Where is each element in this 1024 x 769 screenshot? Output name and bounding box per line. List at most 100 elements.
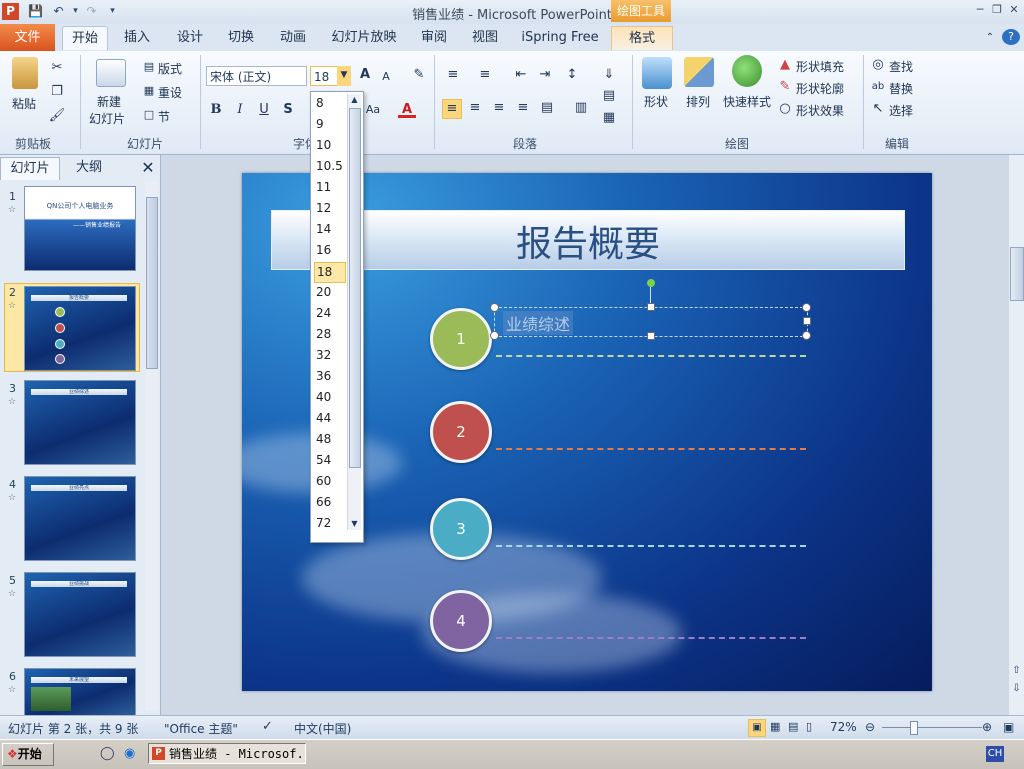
close-icon[interactable]: ✕	[1006, 3, 1022, 17]
start-button[interactable]: ❖开始	[2, 743, 54, 766]
bold-button[interactable]: B	[207, 101, 225, 119]
ime-indicator[interactable]: CH	[986, 746, 1004, 762]
tab-transitions[interactable]: 切换	[219, 26, 263, 49]
arrange-button[interactable]: 排列	[686, 93, 710, 110]
font-size-option[interactable]: 48	[314, 430, 344, 449]
numbering-icon[interactable]: ≡	[476, 66, 494, 84]
item-circle-2[interactable]: 2	[430, 401, 492, 463]
language-status[interactable]: 中文(中国)	[294, 720, 351, 737]
underline-button[interactable]: U	[255, 101, 273, 119]
resize-handle[interactable]	[490, 331, 499, 340]
tab-review[interactable]: 审阅	[412, 26, 456, 49]
shapes-button[interactable]: 形状	[644, 93, 668, 110]
new-slide-button[interactable]: 新建	[97, 93, 121, 110]
zoom-slider-thumb[interactable]	[910, 721, 918, 735]
change-case-icon[interactable]: Aa	[364, 101, 382, 119]
slide-thumbnail-4[interactable]: 业绩亮点	[24, 476, 136, 561]
font-size-option[interactable]: 72	[314, 514, 344, 533]
smartart-icon[interactable]: ▦	[600, 109, 618, 127]
shapes-icon[interactable]	[642, 57, 672, 89]
font-size-option[interactable]: 28	[314, 325, 344, 344]
resize-handle[interactable]	[490, 303, 499, 312]
next-slide-icon[interactable]: ⇩	[1010, 683, 1023, 697]
select-icon[interactable]: ↖	[869, 100, 887, 118]
justify-icon[interactable]: ≡	[514, 99, 532, 117]
item-text-1[interactable]: 业绩综述	[503, 311, 574, 335]
align-text-icon[interactable]: ▤	[600, 87, 618, 105]
replace-icon[interactable]: ab	[869, 78, 887, 96]
resize-handle[interactable]	[647, 303, 655, 311]
grow-font-icon[interactable]: A	[356, 66, 374, 84]
section-button[interactable]: 节	[158, 108, 170, 125]
main-scroll-thumb[interactable]	[1010, 247, 1024, 301]
font-size-option[interactable]: 66	[314, 493, 344, 512]
font-size-option[interactable]: 36	[314, 367, 344, 386]
columns-icon[interactable]: ▥	[572, 99, 590, 117]
font-size-option[interactable]: 14	[314, 220, 344, 239]
item-circle-4[interactable]: 4	[430, 590, 492, 652]
font-size-option[interactable]: 40	[314, 388, 344, 407]
browser-icon[interactable]: ◉	[124, 746, 135, 761]
slide-thumbnail-2[interactable]: 报告概要	[24, 286, 136, 371]
minimize-icon[interactable]: ─	[972, 3, 988, 17]
font-size-option[interactable]: 10.5	[314, 157, 344, 176]
shape-fill-icon[interactable]: ▲	[776, 56, 794, 74]
resize-handle[interactable]	[803, 317, 811, 325]
copy-icon[interactable]: ❐	[48, 83, 66, 101]
tab-view[interactable]: 视图	[463, 26, 507, 49]
align-right-icon[interactable]: ≡	[490, 99, 508, 117]
normal-view-icon[interactable]: ▣	[748, 719, 766, 737]
item-circle-3[interactable]: 3	[430, 498, 492, 560]
prev-slide-icon[interactable]: ⇧	[1010, 665, 1023, 679]
shape-outline-icon[interactable]: ✎	[776, 78, 794, 96]
replace-button[interactable]: 替换	[889, 80, 913, 97]
font-color-icon[interactable]: A	[398, 101, 416, 118]
tab-home[interactable]: 开始	[62, 26, 108, 50]
tab-outline-panel[interactable]: 大纲	[62, 157, 116, 179]
scroll-up-icon[interactable]: ▲	[348, 94, 361, 106]
font-size-option-selected[interactable]: 18	[314, 262, 346, 283]
help-icon[interactable]: ?	[1002, 29, 1020, 45]
font-name-combo[interactable]: 宋体 (正文)	[206, 66, 307, 86]
theme-status[interactable]: "Office 主题"	[164, 720, 238, 737]
scroll-down-icon[interactable]: ▼	[348, 518, 361, 530]
font-size-option[interactable]: 16	[314, 241, 344, 260]
align-center-icon[interactable]: ≡	[466, 99, 484, 117]
arrange-icon[interactable]	[684, 57, 714, 87]
tab-slides-panel[interactable]: 幻灯片	[0, 157, 60, 180]
panel-scrollbar[interactable]	[145, 181, 158, 711]
slide-thumbnail-1[interactable]: QN公司个人电脑业务 ——销售业绩报告	[24, 186, 136, 271]
shrink-font-icon[interactable]: A	[377, 68, 395, 86]
resize-handle[interactable]	[802, 303, 811, 312]
zoom-in-icon[interactable]: ⊕	[982, 720, 992, 734]
taskbar-item-powerpoint[interactable]: 销售业绩 - Microsof...	[148, 743, 306, 764]
new-slide-button-label[interactable]: 幻灯片	[89, 110, 125, 127]
paste-button[interactable]: 粘贴	[12, 95, 36, 112]
item-circle-1[interactable]: 1	[430, 308, 492, 370]
close-panel-icon[interactable]: ✕	[138, 157, 158, 179]
fit-to-window-icon[interactable]: ▣	[1003, 720, 1014, 734]
font-size-option[interactable]: 32	[314, 346, 344, 365]
font-size-option[interactable]: 10	[314, 136, 344, 155]
reset-icon[interactable]: ▦	[140, 82, 158, 100]
slideshow-icon[interactable]: ▯	[806, 720, 812, 733]
cut-icon[interactable]: ✂	[48, 59, 66, 77]
clear-format-icon[interactable]: ✎	[410, 66, 428, 84]
zoom-slider-track[interactable]	[882, 727, 982, 728]
spell-check-icon[interactable]: ✓	[262, 719, 273, 734]
scroll-thumb[interactable]	[349, 108, 361, 468]
shape-outline-button[interactable]: 形状轮廓	[796, 80, 844, 97]
new-slide-icon[interactable]	[96, 59, 126, 87]
slide-thumbnail-3[interactable]: 业绩综述	[24, 380, 136, 465]
font-size-option[interactable]: 20	[314, 283, 344, 302]
quick-styles-button[interactable]: 快速样式	[723, 93, 771, 110]
font-size-option[interactable]: 11	[314, 178, 344, 197]
find-icon[interactable]: ◎	[869, 56, 887, 74]
font-size-option[interactable]: 24	[314, 304, 344, 323]
slide-title-box[interactable]: 报告概要	[271, 210, 905, 270]
tab-insert[interactable]: 插入	[115, 26, 159, 49]
align-left-icon[interactable]: ≡	[442, 99, 462, 119]
italic-button[interactable]: I	[231, 101, 249, 119]
reset-button[interactable]: 重设	[158, 84, 182, 101]
dropdown-scrollbar[interactable]: ▲ ▼	[347, 94, 361, 530]
